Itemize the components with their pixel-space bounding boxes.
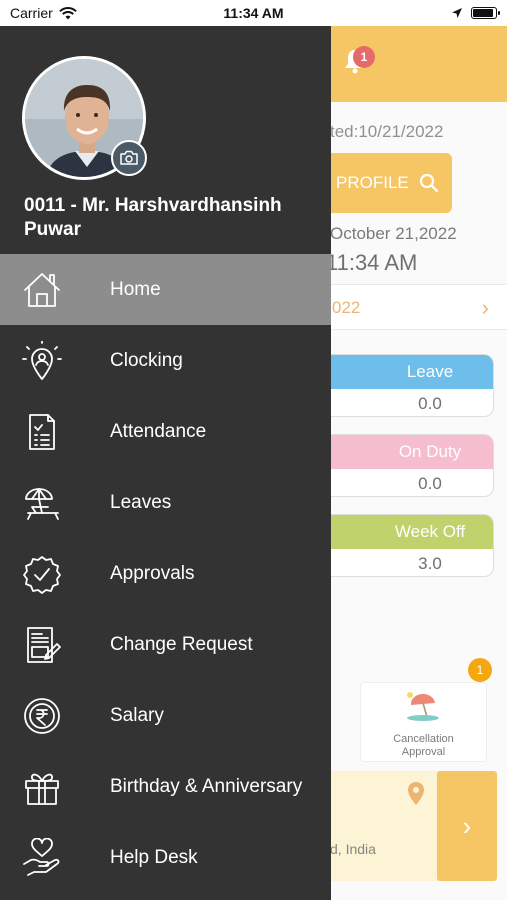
menu-item-help-desk[interactable]: Help Desk (0, 822, 331, 893)
menu-item-label: Change Request (110, 633, 253, 655)
carrier-label: Carrier (10, 5, 53, 21)
approvals-icon (23, 556, 61, 594)
menu-item-label: Attendance (110, 420, 207, 442)
menu-item-clocking[interactable]: Clocking (0, 325, 331, 396)
menu-item-label: Help Desk (110, 846, 198, 868)
gift-icon (25, 773, 59, 805)
camera-icon (120, 150, 138, 165)
location-arrow-icon (452, 8, 462, 18)
salary-icon (24, 698, 60, 734)
battery-icon (471, 7, 500, 19)
menu-item-label: Home (110, 278, 161, 300)
drawer-menu: Home Clocking Attendance Leaves Approval… (0, 254, 331, 893)
menu-item-label: Salary (110, 704, 164, 726)
attendance-icon (29, 414, 55, 450)
menu-item-leaves[interactable]: Leaves (0, 467, 331, 538)
navigation-drawer: 0011 - Mr. Harshvardhansinh Puwar Home C… (0, 26, 331, 900)
clocking-icon (22, 341, 62, 380)
status-bar: Carrier 11:34 AM (0, 0, 507, 26)
menu-item-change-request[interactable]: Change Request (0, 609, 331, 680)
cancellation-badge: 1 (468, 658, 492, 682)
menu-item-home[interactable]: Home (0, 254, 331, 325)
menu-item-label: Approvals (110, 562, 195, 584)
change-request-icon (27, 627, 61, 663)
menu-item-attendance[interactable]: Attendance (0, 396, 331, 467)
menu-item-label: Birthday & Anniversary (110, 775, 303, 797)
menu-item-label: Leaves (110, 491, 172, 513)
menu-item-label: Clocking (110, 349, 183, 371)
menu-item-salary[interactable]: Salary (0, 680, 331, 751)
menu-item-birthday-anniversary[interactable]: Birthday & Anniversary (0, 751, 331, 822)
user-name: 0011 - Mr. Harshvardhansinh Puwar (24, 195, 282, 240)
change-photo-button[interactable] (111, 140, 147, 176)
leaves-icon (25, 488, 59, 520)
help-desk-icon (23, 838, 60, 876)
menu-item-approvals[interactable]: Approvals (0, 538, 331, 609)
wifi-icon (59, 6, 77, 19)
home-icon (24, 273, 60, 307)
